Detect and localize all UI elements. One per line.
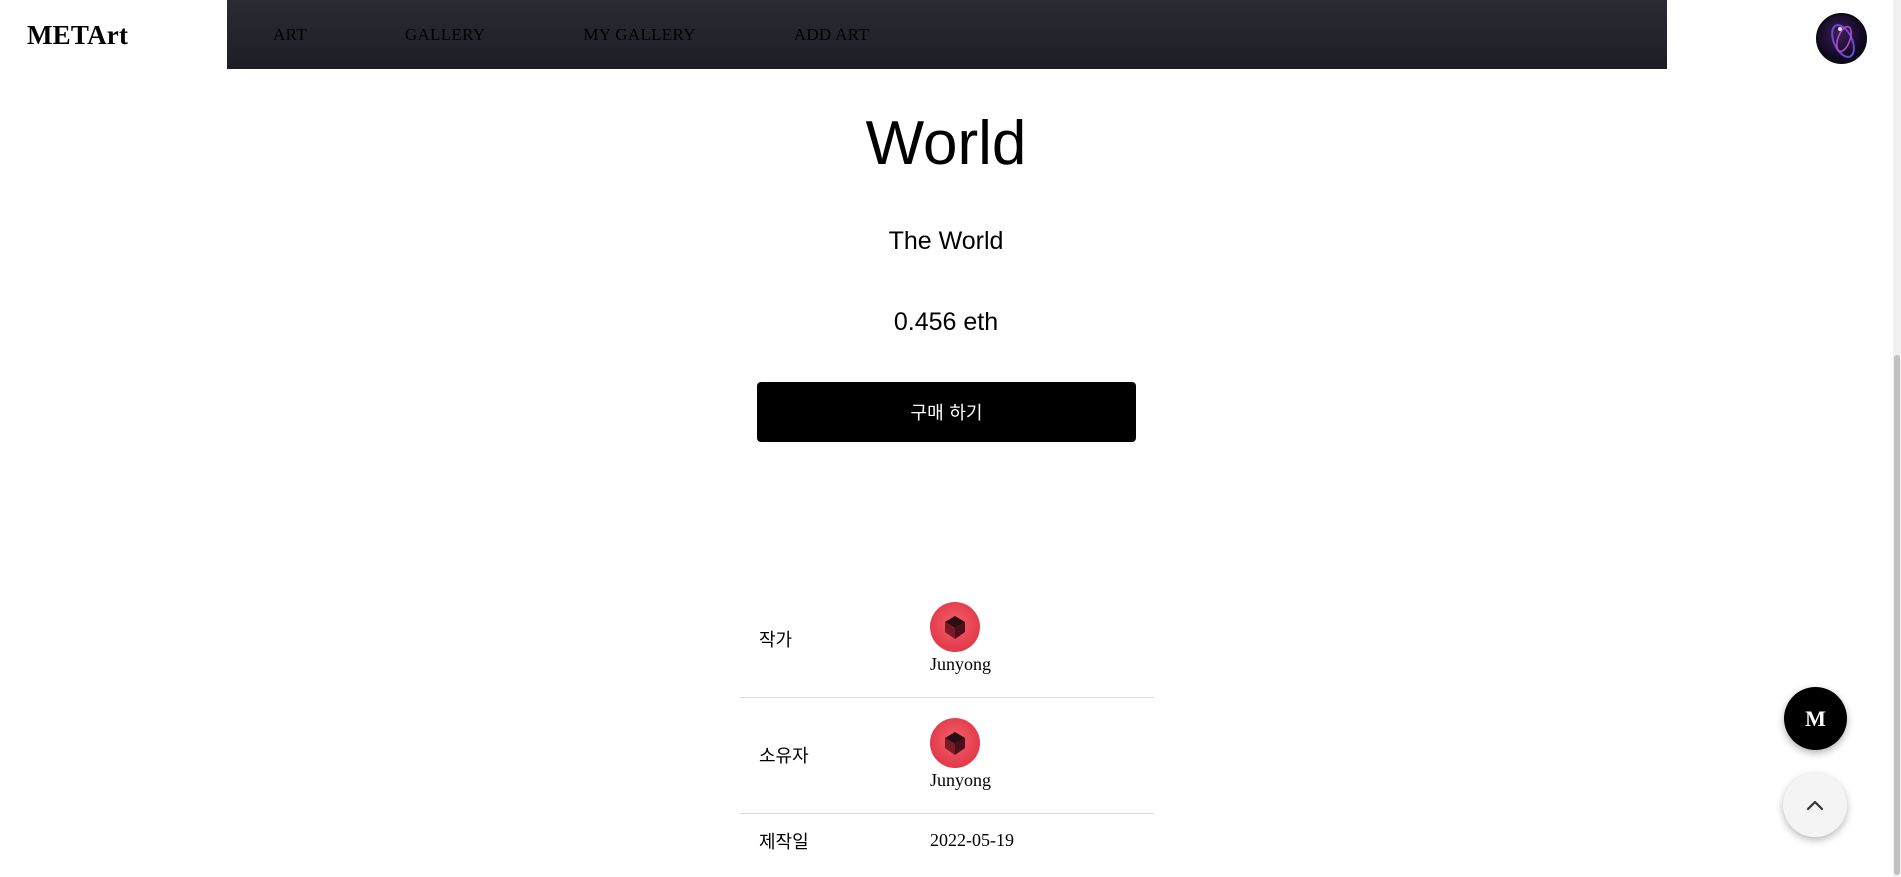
chevron-up-icon [1806,800,1824,811]
artwork-description: The World [888,227,1004,255]
artist-row: 작가 Junyong [740,582,1154,698]
profile-art-icon [1831,24,1855,58]
site-logo[interactable]: METArt [27,20,128,51]
artist-name[interactable]: Junyong [930,654,991,675]
nav-gallery[interactable]: GALLERY [405,25,485,45]
nav-art[interactable]: ART [273,25,307,45]
created-row: 제작일 2022-05-19 [740,814,1154,877]
artist-label: 작가 [759,630,793,651]
owner-name[interactable]: Junyong [930,770,991,791]
cube-icon [945,616,965,639]
scrollbar-thumb[interactable] [1894,355,1900,875]
main-nav: ART GALLERY MY GALLERY ADD ART [227,0,1667,69]
owner-label: 소유자 [759,746,809,767]
buy-button[interactable]: 구매 하기 [757,382,1136,442]
artist-avatar[interactable] [930,602,980,652]
cube-icon [945,732,965,755]
created-date: 2022-05-19 [930,830,1014,850]
owner-avatar[interactable] [930,718,980,768]
page-scrollbar[interactable] [1893,0,1901,877]
owner-row: 소유자 Junyong [740,698,1154,814]
created-label: 제작일 [759,832,809,853]
owner-profile[interactable]: Junyong [930,718,991,791]
artwork-price: 0.456 eth [893,308,999,336]
nav-my-gallery[interactable]: MY GALLERY [583,25,695,45]
artwork-title: World [865,109,1027,178]
m-floating-button[interactable]: M [1784,687,1847,750]
artwork-info-table: 작가 Junyong 소유자 Junyong 제작일 2022-05-19 [740,582,1154,877]
nav-add-art[interactable]: ADD ART [794,25,869,45]
scroll-top-button[interactable] [1783,773,1847,837]
artist-profile[interactable]: Junyong [930,602,991,675]
profile-avatar[interactable] [1816,13,1867,64]
